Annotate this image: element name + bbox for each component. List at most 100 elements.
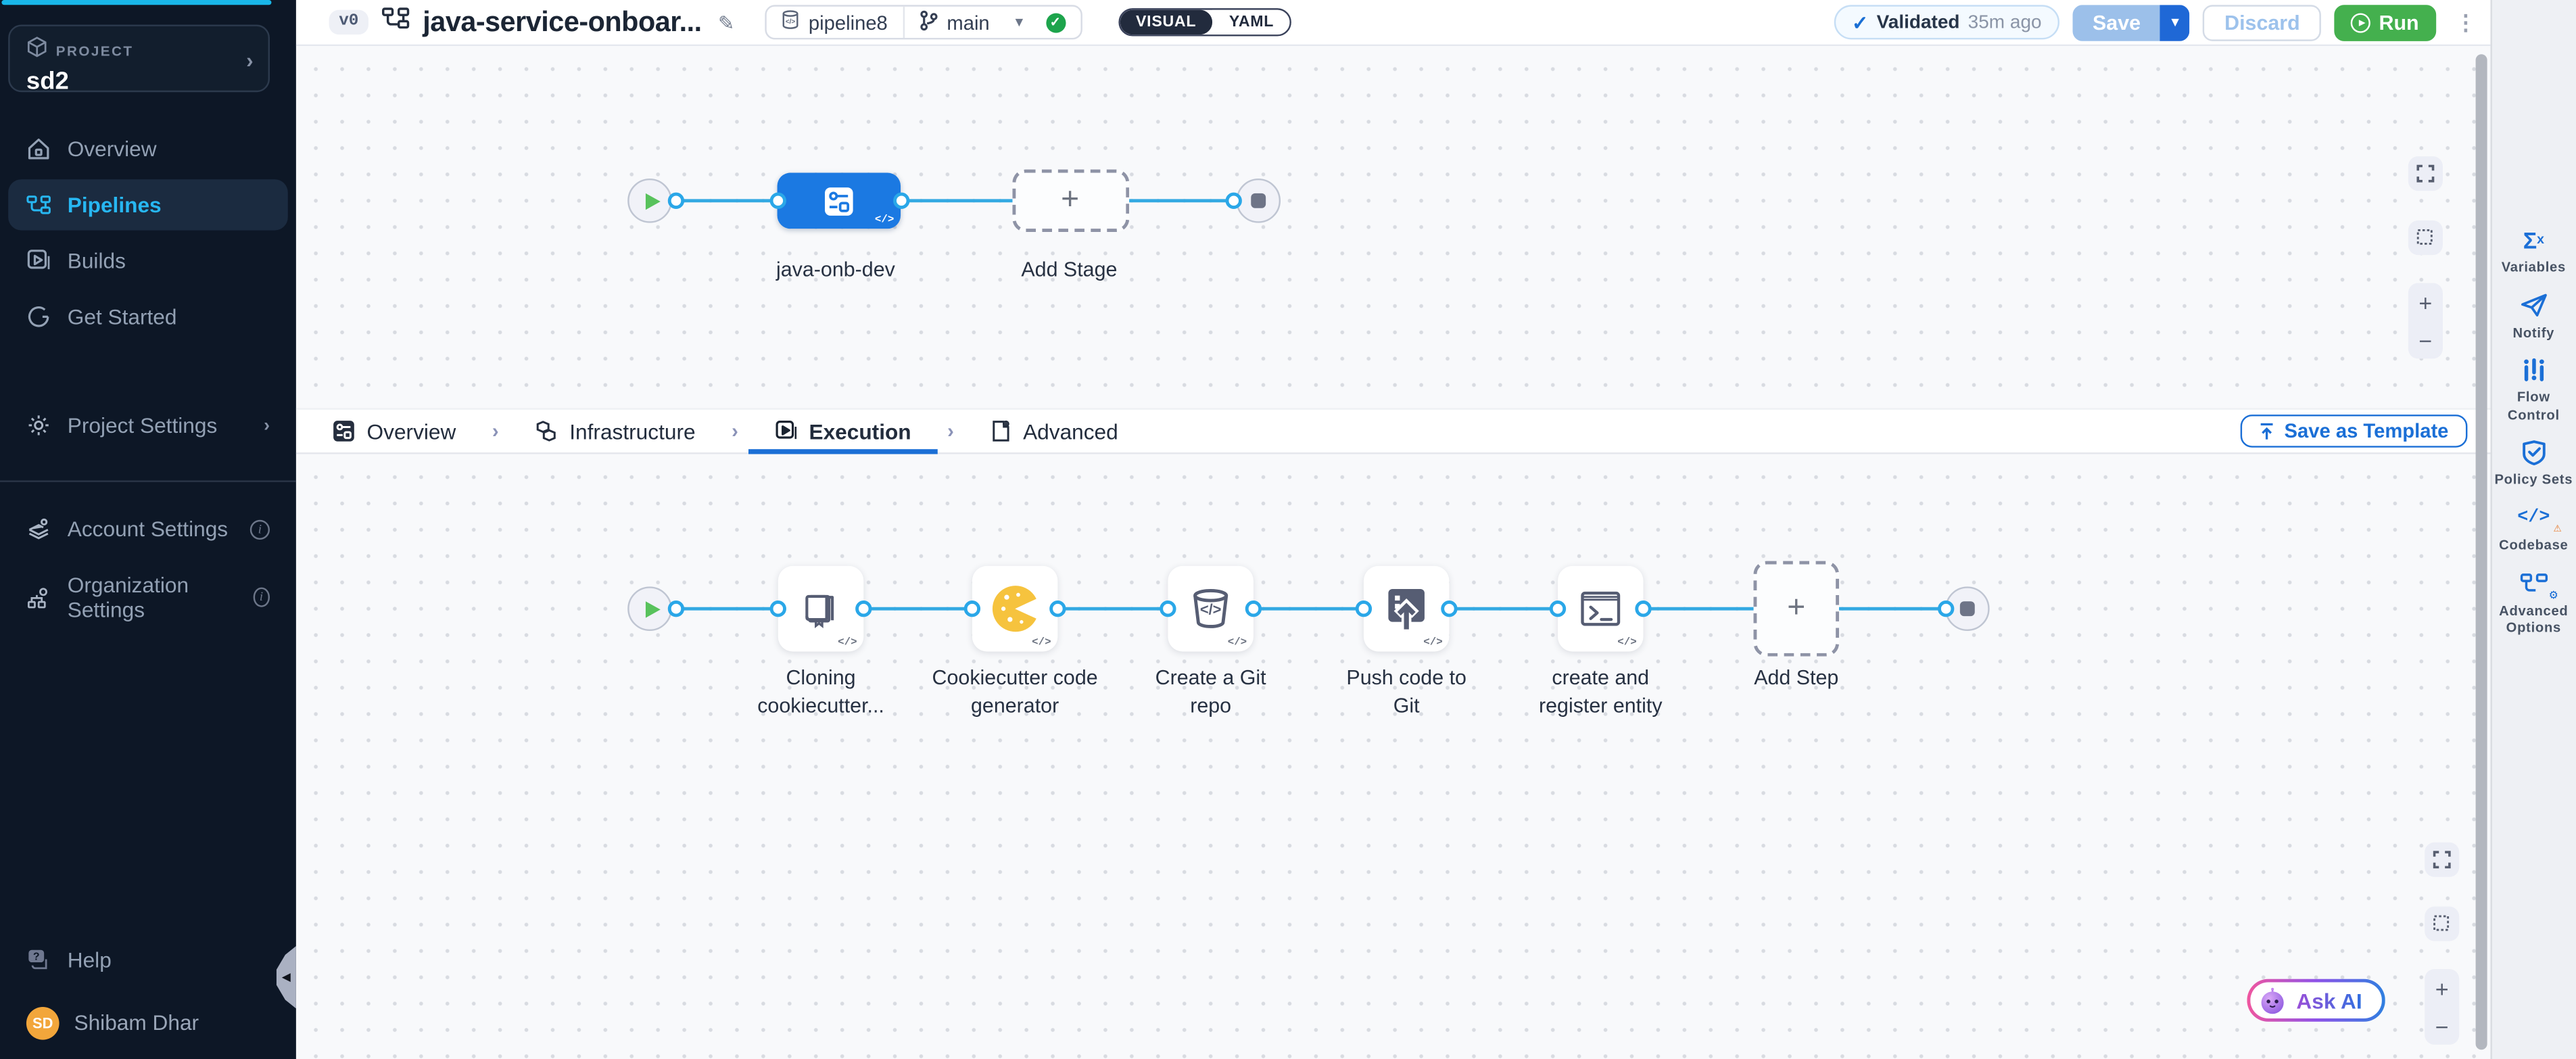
sidebar: PROJECT sd2 › Overview Pipelines (0, 0, 296, 1059)
step-create-git-repo[interactable]: </> </> (1168, 566, 1254, 652)
step-cloning-cookiecutter[interactable]: </> (778, 566, 864, 652)
shield-check-icon (2521, 440, 2546, 467)
zoom-in-button[interactable]: + (2408, 283, 2443, 321)
project-name: sd2 (26, 68, 252, 95)
sidebar-item-organization-settings[interactable]: Organization Settings i (8, 559, 288, 635)
infrastructure-tab-icon (535, 419, 558, 443)
discard-button[interactable]: Discard (2203, 4, 2322, 41)
marquee-select-button[interactable] (2425, 907, 2459, 941)
add-step-button[interactable]: + (1754, 561, 1840, 657)
sidebar-item-project-settings[interactable]: Project Settings › (8, 400, 288, 450)
cookie-icon (991, 584, 1040, 634)
code-badge-icon: </> (875, 214, 894, 225)
execution-start-node[interactable] (627, 586, 672, 631)
zoom-out-button[interactable]: − (2408, 321, 2443, 358)
help-chat-icon: ? (26, 947, 51, 972)
sidebar-item-get-started[interactable]: Get Started (8, 291, 288, 342)
port (893, 193, 909, 209)
sidebar-item-account-settings[interactable]: Account Settings i (8, 503, 288, 554)
tab-execution[interactable]: Execution (774, 410, 911, 452)
gear-icon: ⚙ (2550, 587, 2558, 603)
tab-label: Infrastructure (569, 419, 695, 443)
user-name: Shibam Dhar (74, 1011, 199, 1035)
tab-infrastructure[interactable]: Infrastructure (535, 410, 695, 452)
ask-ai-label: Ask AI (2296, 988, 2362, 1012)
edit-pencil-icon[interactable]: ✎ (718, 11, 734, 34)
toggle-yaml[interactable]: YAML (1213, 10, 1291, 34)
save-menu-caret[interactable]: ▼ (2160, 4, 2190, 41)
svg-text:</>: </> (785, 18, 795, 26)
save-as-template-button[interactable]: Save as Template (2240, 415, 2466, 448)
play-icon (645, 193, 660, 209)
step-label: Push code to Git (1333, 665, 1481, 720)
sidebar-item-overview[interactable]: Overview (8, 123, 288, 174)
port (1160, 601, 1176, 617)
upload-icon (2258, 422, 2274, 440)
chevron-left-icon: ◀ (282, 972, 291, 983)
user-menu[interactable]: SD Shibam Dhar (8, 997, 288, 1050)
sidebar-item-label: Account Settings (68, 517, 228, 541)
step-create-and-register-entity[interactable]: </> (1558, 566, 1644, 652)
sidebar-item-pipelines[interactable]: Pipelines (8, 179, 288, 230)
stage-end-node[interactable] (1236, 179, 1281, 223)
stage-node-java-onb-dev[interactable]: </> (778, 172, 901, 229)
rail-item-variables[interactable]: Σx Variables (2491, 227, 2576, 276)
stop-icon (1251, 193, 1266, 208)
sidebar-item-label: Organization Settings (68, 573, 237, 622)
rail-label: Codebase (2499, 536, 2568, 554)
rail-item-policy-sets[interactable]: Policy Sets (2491, 440, 2576, 489)
port (964, 601, 980, 617)
pipeline-branch-selector: </> pipeline8 main ▼ ✓ (764, 5, 1082, 39)
save-button[interactable]: Save (2073, 4, 2160, 41)
sidebar-item-label: Builds (68, 248, 126, 273)
avatar: SD (26, 1006, 59, 1039)
zoom-out-button[interactable]: − (2425, 1007, 2459, 1045)
tab-label: Advanced (1023, 419, 1118, 443)
vertical-scrollbar[interactable] (2476, 54, 2487, 1050)
stage-graph-canvas[interactable]: </> + java-onb-dev Add Stage + − (296, 46, 2489, 408)
version-badge: v0 (329, 10, 368, 34)
port (1245, 601, 1262, 617)
svg-text:</>: </> (1200, 601, 1222, 618)
run-button[interactable]: Run (2335, 4, 2435, 41)
branch-select[interactable]: main ▼ ✓ (903, 7, 1080, 38)
step-label: Create a Git repo (1137, 665, 1285, 720)
chevron-right-icon: › (947, 419, 954, 442)
rail-item-notify[interactable]: Notify (2491, 292, 2576, 341)
port (1049, 601, 1066, 617)
execution-canvas[interactable]: </> </> </> </> </> (296, 454, 2489, 1059)
sidebar-item-help[interactable]: ? Help (8, 934, 288, 985)
sidebar-item-builds[interactable]: Builds (8, 235, 288, 286)
fullscreen-button[interactable] (2408, 156, 2443, 191)
validated-time: 35m ago (1968, 12, 2042, 32)
info-icon: i (253, 588, 270, 607)
validated-label: Validated (1877, 12, 1960, 32)
rail-item-codebase[interactable]: </>⚠ Codebase (2491, 505, 2576, 554)
rail-item-advanced-options[interactable]: ⚙ Advanced Options (2491, 570, 2576, 636)
ask-ai-button[interactable]: Ask AI (2247, 979, 2385, 1022)
tab-advanced[interactable]: Advanced (990, 410, 1118, 452)
zoom-in-button[interactable]: + (2425, 969, 2459, 1007)
sidebar-item-label: Project Settings (68, 413, 218, 438)
rail-label: Variables (2502, 258, 2566, 276)
more-options-icon[interactable]: ⋮ (2455, 11, 2477, 33)
fullscreen-button[interactable] (2425, 843, 2459, 877)
project-selector[interactable]: PROJECT sd2 › (8, 24, 270, 92)
code-badge-icon: </> (1228, 637, 1247, 649)
pipeline-select[interactable]: </> pipeline8 (766, 7, 903, 38)
step-push-code-to-git[interactable]: </> (1364, 566, 1450, 652)
marquee-select-button[interactable] (2408, 220, 2443, 255)
play-icon (645, 601, 660, 617)
port (1226, 193, 1242, 209)
step-cookiecutter-code-generator[interactable]: </> (972, 566, 1058, 652)
tab-overview[interactable]: Overview (332, 410, 456, 452)
plus-icon: + (1787, 592, 1805, 623)
code-badge-icon: </> (1032, 637, 1051, 649)
add-stage-button[interactable]: + (1011, 170, 1128, 232)
add-step-label: Add Step (1701, 665, 1892, 692)
toggle-visual[interactable]: VISUAL (1120, 10, 1213, 34)
chevron-down-icon: ▼ (1013, 15, 1026, 30)
rail-item-flow-control[interactable]: Flow Control (2491, 357, 2576, 423)
port (770, 193, 786, 209)
stage-start-node[interactable] (627, 179, 672, 223)
